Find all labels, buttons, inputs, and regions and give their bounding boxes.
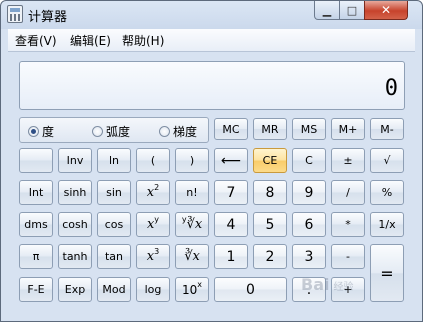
radio-checked-icon	[28, 126, 39, 137]
factorial-button[interactable]: n!	[175, 180, 209, 205]
minimize-button[interactable]: ▁	[314, 1, 340, 20]
m-minus-button[interactable]: M-	[370, 118, 404, 140]
mr-button[interactable]: MR	[253, 118, 287, 140]
mod-button[interactable]: Mod	[97, 277, 131, 302]
digit-7-button[interactable]: 7	[214, 180, 248, 205]
plus-minus-button[interactable]: ±	[331, 148, 365, 173]
cos-button[interactable]: cos	[97, 212, 131, 237]
minus-button[interactable]: -	[331, 244, 365, 269]
sqrt-button[interactable]: √	[370, 148, 404, 173]
root-index-symbol: y	[181, 215, 187, 224]
x-squared-button[interactable]: x2	[136, 180, 170, 205]
title-bar[interactable]: 计算器 ▁ □ ✕	[1, 1, 422, 29]
percent-button[interactable]: %	[370, 180, 404, 205]
ten-power-x-button[interactable]: 10 x	[175, 277, 209, 302]
maximize-button[interactable]: □	[339, 1, 365, 20]
digit-5-button[interactable]: 5	[253, 212, 287, 237]
log-button[interactable]: log	[136, 277, 170, 302]
digit-1-button[interactable]: 1	[214, 244, 248, 269]
x-cubed-button[interactable]: x3	[136, 244, 170, 269]
menu-view[interactable]: 查看(V)	[15, 32, 57, 49]
maximize-icon: □	[346, 3, 358, 17]
calculator-window: 计算器 ▁ □ ✕ 查看(V) 编辑(E) 帮助(H) 0 度 弧度 梯度 MC…	[0, 0, 423, 322]
radio-label-radians: 弧度	[106, 125, 131, 139]
radio-unchecked-icon	[159, 126, 170, 137]
radio-label-grads: 梯度	[173, 125, 198, 139]
mc-button[interactable]: MC	[214, 118, 248, 140]
radio-degrees[interactable]: 度	[28, 123, 54, 140]
menu-help[interactable]: 帮助(H)	[122, 32, 164, 49]
digit-6-button[interactable]: 6	[292, 212, 326, 237]
digit-2-button[interactable]: 2	[253, 244, 287, 269]
radio-radians[interactable]: 弧度	[92, 123, 130, 140]
menu-bar: 查看(V) 编辑(E) 帮助(H)	[8, 29, 415, 52]
ce-button[interactable]: CE	[253, 148, 287, 173]
plus-button[interactable]: +	[331, 277, 365, 302]
radio-label-degrees: 度	[42, 125, 55, 139]
calculator-icon	[7, 5, 23, 23]
x-power-y-button[interactable]: xy	[136, 212, 170, 237]
equals-button[interactable]: =	[370, 244, 404, 302]
digit-3-button[interactable]: 3	[292, 244, 326, 269]
x-symbol: x	[146, 217, 155, 232]
window-title: 计算器	[28, 10, 68, 25]
int-button[interactable]: Int	[19, 180, 53, 205]
inv-button[interactable]: Inv	[58, 148, 92, 173]
angle-mode-group: 度 弧度 梯度	[19, 117, 209, 143]
sinh-button[interactable]: sinh	[58, 180, 92, 205]
c-button[interactable]: C	[292, 148, 326, 173]
x-symbol: x	[146, 185, 155, 200]
digit-4-button[interactable]: 4	[214, 212, 248, 237]
digit-9-button[interactable]: 9	[292, 180, 326, 205]
decimal-button[interactable]: .	[292, 277, 326, 302]
dms-button[interactable]: dms	[19, 212, 53, 237]
digit-0-button[interactable]: 0	[214, 277, 287, 302]
x-symbol: x	[146, 249, 155, 264]
exp-button[interactable]: Exp	[58, 277, 92, 302]
divide-button[interactable]: /	[331, 180, 365, 205]
minimize-icon: ▁	[322, 3, 332, 17]
menu-edit[interactable]: 编辑(E)	[70, 32, 111, 49]
right-paren-button[interactable]: )	[175, 148, 209, 173]
exponent-symbol: y	[154, 215, 160, 224]
ten-symbol: 10	[181, 282, 198, 297]
ms-button[interactable]: MS	[292, 118, 326, 140]
blank-button[interactable]	[19, 148, 53, 173]
digit-8-button[interactable]: 8	[253, 180, 287, 205]
pi-button[interactable]: π	[19, 244, 53, 269]
close-button[interactable]: ✕	[364, 1, 408, 20]
display-value: 0	[384, 76, 398, 101]
radio-grads[interactable]: 梯度	[159, 123, 197, 140]
y-root-button[interactable]: y ∛x	[175, 212, 209, 237]
cube-root-button[interactable]: ∛x	[175, 244, 209, 269]
cosh-button[interactable]: cosh	[58, 212, 92, 237]
radio-unchecked-icon	[92, 126, 103, 137]
exponent-symbol: 2	[154, 183, 160, 192]
exponent-symbol: 3	[154, 247, 160, 256]
tanh-button[interactable]: tanh	[58, 244, 92, 269]
m-plus-button[interactable]: M+	[331, 118, 365, 140]
root-symbol: ∛x	[186, 217, 203, 232]
left-paren-button[interactable]: (	[136, 148, 170, 173]
reciprocal-button[interactable]: 1/x	[370, 212, 404, 237]
result-display: 0	[19, 61, 405, 110]
multiply-button[interactable]: *	[331, 212, 365, 237]
backspace-button[interactable]: ⟵	[214, 148, 248, 173]
ln-button[interactable]: ln	[97, 148, 131, 173]
close-icon: ✕	[380, 3, 392, 17]
cube-root-symbol: ∛x	[184, 249, 200, 264]
sin-button[interactable]: sin	[97, 180, 131, 205]
tan-button[interactable]: tan	[97, 244, 131, 269]
fe-button[interactable]: F-E	[19, 277, 53, 302]
exponent-symbol: x	[197, 280, 202, 289]
